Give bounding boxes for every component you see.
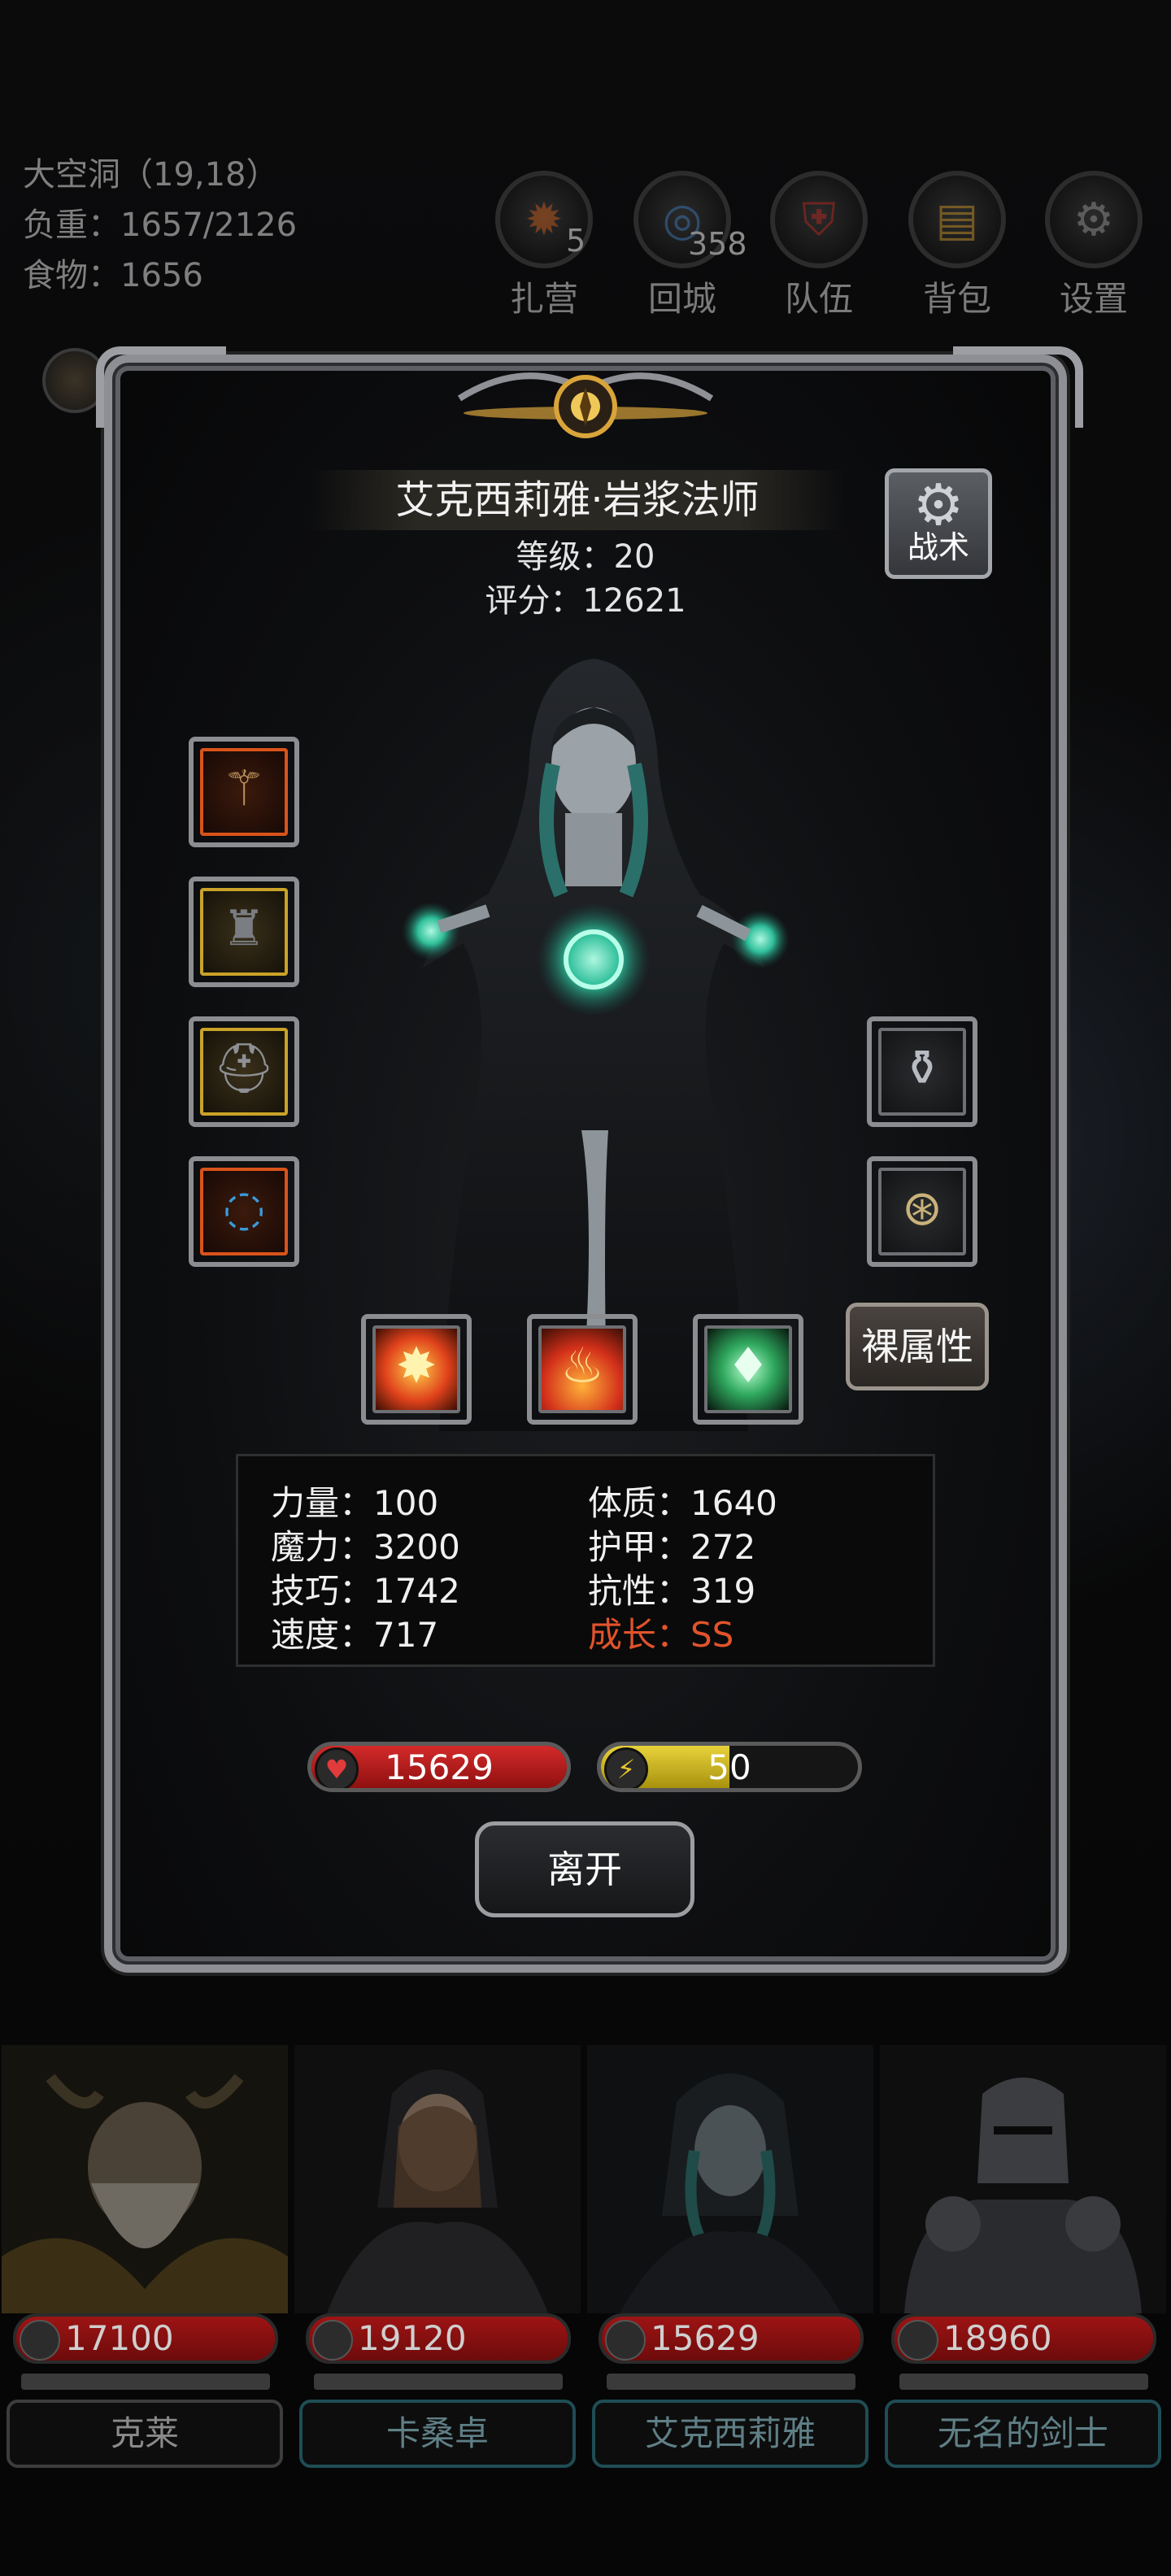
stat-growth: 成长：SS [588, 1615, 734, 1655]
equip-slot-helmet[interactable]: ⛑ [189, 1016, 299, 1127]
settings-label: 设置 [1059, 279, 1128, 319]
food-text: 食物：1656 [23, 257, 203, 294]
return-town-button[interactable]: ◎ 358 回城 [629, 171, 747, 319]
party-card[interactable]: 18960 无名的剑士 [880, 2045, 1166, 2468]
energy-value: 50 [707, 1747, 751, 1787]
hp-value: 15629 [385, 1747, 494, 1787]
stat-magic: 魔力：3200 [271, 1527, 460, 1567]
party-button[interactable]: ⛨ 队伍 [766, 171, 872, 319]
tactics-label: 战术 [907, 529, 969, 565]
party-hp-bar: 19120 [306, 2313, 571, 2364]
gear-icon: ⚙ [1045, 171, 1143, 268]
party-portrait [587, 2045, 873, 2313]
party-label: 队伍 [784, 279, 853, 319]
return-town-count: 358 [688, 226, 747, 262]
party-hp-bar: 15629 [599, 2313, 864, 2364]
backpack-icon: ▤ [908, 171, 1006, 268]
party-hp-bar: 18960 [891, 2313, 1156, 2364]
party-hp-value: 19120 [358, 2318, 467, 2358]
helmet-icon: ⛑ [212, 1040, 276, 1097]
equip-slot-armor[interactable]: ♜ [189, 877, 299, 987]
camp-button[interactable]: ✹ 5 扎营 [491, 171, 597, 319]
explosion-icon: ✸ [395, 1338, 437, 1395]
party-portrait [2, 2045, 288, 2313]
skill-slot[interactable]: ✸ [361, 1314, 472, 1425]
backpack-label: 背包 [922, 279, 991, 319]
frame-corner-ornament [953, 346, 1083, 428]
party-card[interactable]: 19120 卡桑卓 [294, 2045, 581, 2468]
settings-button[interactable]: ⚙ 设置 [1041, 171, 1147, 319]
shield-icon [312, 2320, 353, 2361]
party-card[interactable]: 17100 克莱 [2, 2045, 288, 2468]
skill-slot[interactable]: ♨ [527, 1314, 638, 1425]
energy-bar: ⚡ 50 [597, 1742, 862, 1792]
backpack-button[interactable]: ▤ 背包 [904, 171, 1010, 319]
camp-count: 5 [566, 223, 586, 259]
party-hp-value: 15629 [651, 2318, 760, 2358]
stat-strength: 力量：100 [271, 1483, 439, 1523]
frame-corner-ornament [96, 346, 226, 428]
crystal-icon: ♦ [726, 1338, 770, 1395]
tactics-button[interactable]: ⚙ 战术 [885, 468, 992, 579]
staff-icon: ⚚ [222, 760, 266, 817]
fire-icon: ♨ [560, 1338, 604, 1395]
party-name: 无名的剑士 [885, 2400, 1161, 2468]
weight-text: 负重：1657/2126 [23, 207, 298, 244]
equip-slot-trinket[interactable]: ⊛ [867, 1156, 977, 1267]
party-name: 卡桑卓 [299, 2400, 576, 2468]
character-score: 评分：12621 [485, 582, 686, 620]
stat-skill: 技巧：1742 [271, 1571, 460, 1611]
potion-icon: ⚱ [901, 1040, 943, 1097]
equip-slot-potion[interactable]: ⚱ [867, 1016, 977, 1127]
party-hp-value: 17100 [65, 2318, 174, 2358]
leave-button[interactable]: 离开 [475, 1821, 694, 1917]
stats-panel: 力量：100 魔力：3200 技巧：1742 速度：717 体质：1640 护甲… [236, 1454, 935, 1667]
gear-icon: ⚙ [912, 472, 964, 538]
return-town-label: 回城 [647, 279, 716, 319]
stat-armor: 护甲：272 [588, 1527, 756, 1567]
bare-stats-button[interactable]: 裸属性 [846, 1303, 989, 1390]
skill-slot[interactable]: ♦ [693, 1314, 803, 1425]
party-icon: ⛨ [770, 171, 868, 268]
shield-icon [898, 2320, 938, 2361]
character-level: 等级：20 [516, 538, 655, 576]
equip-slot-weapon[interactable]: ⚚ [189, 737, 299, 847]
crest-emblem-icon [457, 372, 714, 438]
party-mp-bar [899, 2374, 1148, 2390]
location-text: 大空洞（19,18） [23, 156, 279, 194]
party-name: 艾克西莉雅 [592, 2400, 868, 2468]
compass-icon: ⊛ [901, 1180, 943, 1237]
robe-icon: ♜ [222, 900, 266, 957]
shield-icon [20, 2320, 60, 2361]
shield-icon [605, 2320, 646, 2361]
stat-resistance: 抗性：319 [588, 1571, 756, 1611]
party-hp-bar: 17100 [13, 2313, 278, 2364]
equip-slot-accessory[interactable]: ◌ [189, 1156, 299, 1267]
party-card[interactable]: 15629 艾克西莉雅 [587, 2045, 873, 2468]
party-portrait [294, 2045, 581, 2313]
party-mp-bar [607, 2374, 855, 2390]
party-hp-value: 18960 [943, 2318, 1052, 2358]
hp-bar: ♥ 15629 [307, 1742, 571, 1792]
party-mp-bar [21, 2374, 270, 2390]
party-mp-bar [314, 2374, 563, 2390]
stat-speed: 速度：717 [271, 1615, 439, 1655]
hud-info: 大空洞（19,18） 负重：1657/2126 食物：1656 [23, 150, 297, 301]
camp-label: 扎营 [509, 279, 578, 319]
party-name: 克莱 [7, 2400, 283, 2468]
amulet-icon: ◌ [222, 1180, 266, 1237]
character-name: 艾克西莉雅·岩浆法师 [309, 470, 846, 530]
stat-constitution: 体质：1640 [588, 1483, 777, 1523]
party-portrait [880, 2045, 1166, 2313]
